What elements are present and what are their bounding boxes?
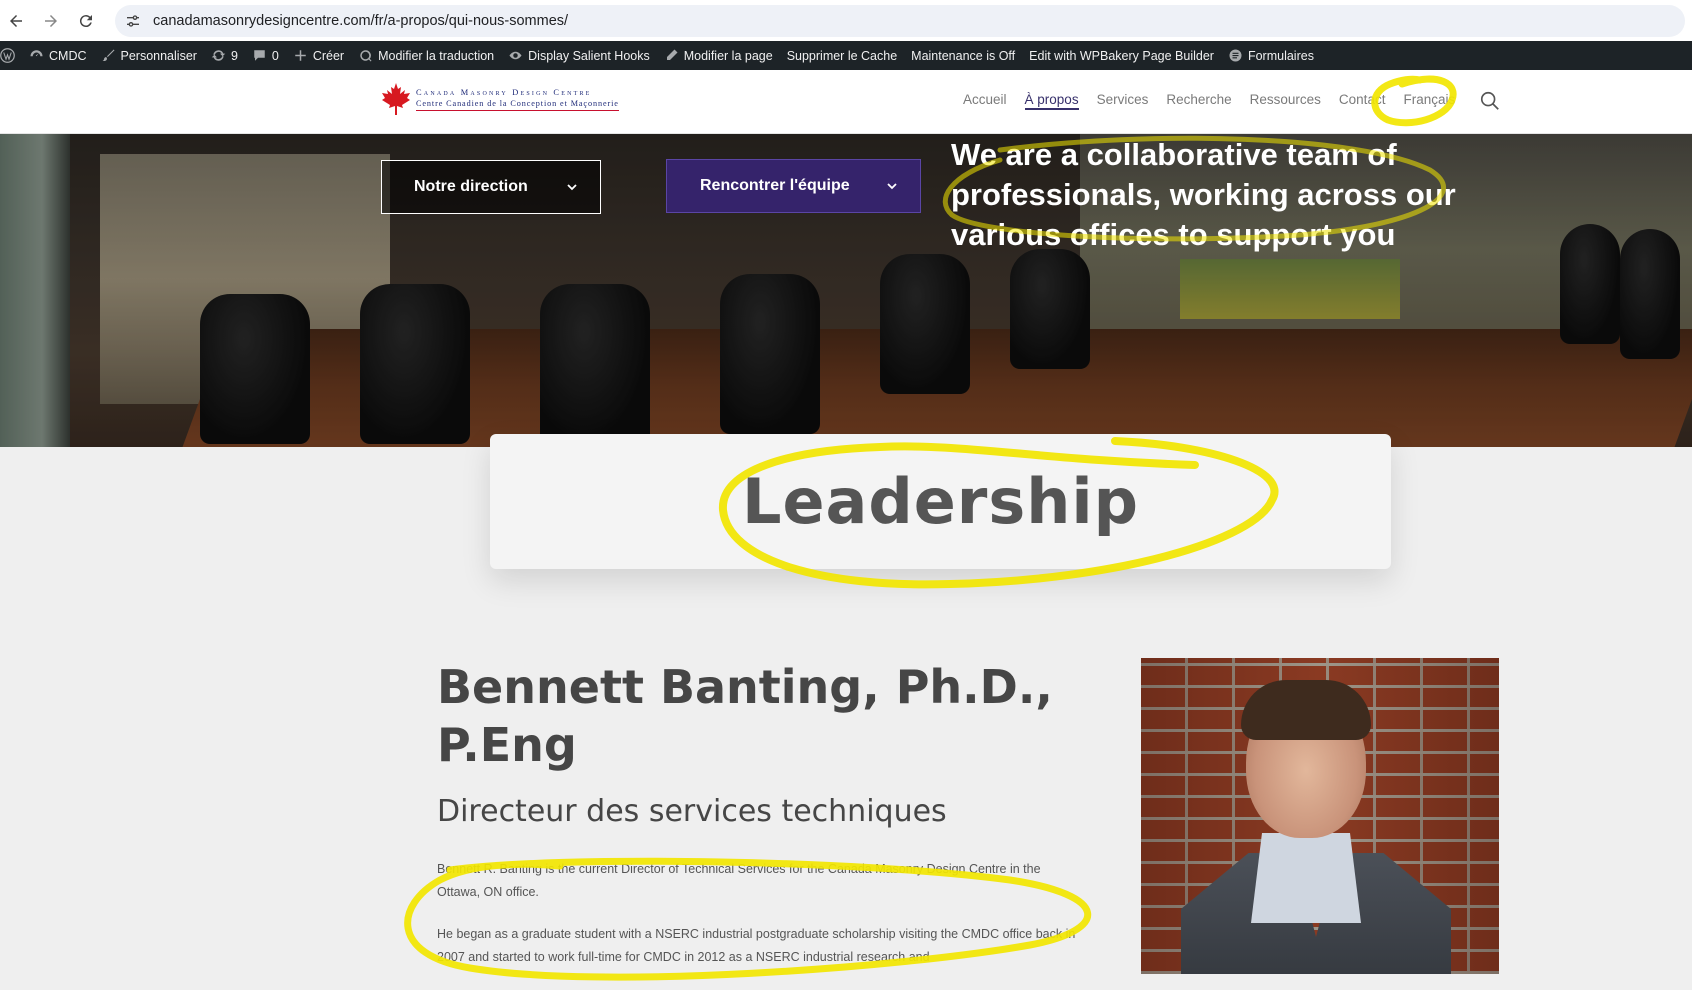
person-photo	[1141, 658, 1499, 974]
maple-leaf-icon	[382, 83, 410, 115]
wordpress-logo-icon[interactable]	[0, 41, 22, 70]
nav-ressources[interactable]: Ressources	[1250, 92, 1321, 110]
browser-toolbar: canadamasonrydesigncentre.com/fr/a-propo…	[0, 0, 1692, 41]
address-bar[interactable]: canadamasonrydesigncentre.com/fr/a-propo…	[115, 4, 1685, 37]
admin-translate-link[interactable]: Modifier la traduction	[351, 41, 501, 70]
admin-wpbakery-link[interactable]: Edit with WPBakery Page Builder	[1022, 41, 1221, 70]
nav-contact[interactable]: Contact	[1339, 92, 1386, 110]
chevron-down-icon	[567, 184, 577, 191]
admin-edit-page-link[interactable]: Modifier la page	[657, 41, 780, 70]
person-name: Bennett Banting, Ph.D., P.Eng	[437, 660, 1053, 772]
reload-icon[interactable]	[71, 6, 101, 36]
person-bio: Bennett R. Banting is the current Direct…	[437, 858, 1077, 988]
bio-paragraph: He began as a graduate student with a NS…	[437, 927, 1076, 964]
comment-icon	[254, 50, 265, 61]
site-logo[interactable]: Canada Masonry Design Centre Centre Cana…	[380, 82, 619, 116]
pencil-icon	[666, 49, 678, 60]
forms-icon	[1229, 49, 1242, 62]
person-role: Directeur des services techniques	[437, 794, 947, 829]
meet-team-dropdown[interactable]: Rencontrer l'équipe	[666, 159, 921, 213]
nav-a-propos[interactable]: À propos	[1024, 92, 1079, 110]
admin-hooks-link[interactable]: Display Salient Hooks	[501, 41, 657, 70]
admin-comments-link[interactable]: 0	[245, 41, 286, 70]
admin-maintenance-link[interactable]: Maintenance is Off	[904, 41, 1022, 70]
admin-site-link[interactable]: CMDC	[22, 41, 94, 70]
admin-customize-link[interactable]: Personnaliser	[94, 41, 204, 70]
url-text[interactable]: canadamasonrydesigncentre.com/fr/a-propo…	[153, 13, 568, 29]
site-settings-icon[interactable]	[125, 13, 141, 29]
admin-forms-link[interactable]: Formulaires	[1221, 41, 1321, 70]
chevron-down-icon	[887, 183, 897, 190]
nav-language-switch[interactable]: Français	[1403, 92, 1455, 110]
eye-icon	[509, 51, 522, 60]
forward-arrow-icon[interactable]	[36, 6, 66, 36]
admin-updates-link[interactable]: 9	[204, 41, 245, 70]
our-leadership-dropdown[interactable]: Notre direction	[381, 160, 601, 214]
nav-accueil[interactable]: Accueil	[963, 92, 1007, 110]
nav-services[interactable]: Services	[1097, 92, 1149, 110]
nav-recherche[interactable]: Recherche	[1166, 92, 1231, 110]
admin-create-link[interactable]: Créer	[286, 41, 351, 70]
site-header: Canada Masonry Design Centre Centre Cana…	[0, 70, 1692, 134]
logo-name-french: Centre Canadien de la Conception et Maço…	[416, 98, 619, 111]
brush-icon	[102, 49, 114, 62]
main-navigation: Accueil À propos Services Recherche Ress…	[963, 92, 1473, 110]
section-title: Leadership	[741, 465, 1140, 538]
translate-icon	[360, 50, 372, 62]
dashboard-icon	[30, 50, 43, 57]
bio-paragraph: Bennett R. Banting is the current Direct…	[437, 862, 1041, 899]
search-icon[interactable]	[1479, 90, 1501, 112]
wp-admin-bar: CMDC Personnaliser 9 0 Créer Modifier la…	[0, 41, 1692, 70]
plus-icon	[295, 50, 306, 61]
section-title-box: Leadership	[490, 434, 1391, 569]
admin-clear-cache-link[interactable]: Supprimer le Cache	[780, 41, 904, 70]
hero-headline: We are a collaborative team of professio…	[951, 137, 1456, 252]
logo-name-english: Canada Masonry Design Centre	[416, 88, 592, 97]
updates-icon	[211, 50, 226, 61]
back-arrow-icon[interactable]	[1, 6, 31, 36]
